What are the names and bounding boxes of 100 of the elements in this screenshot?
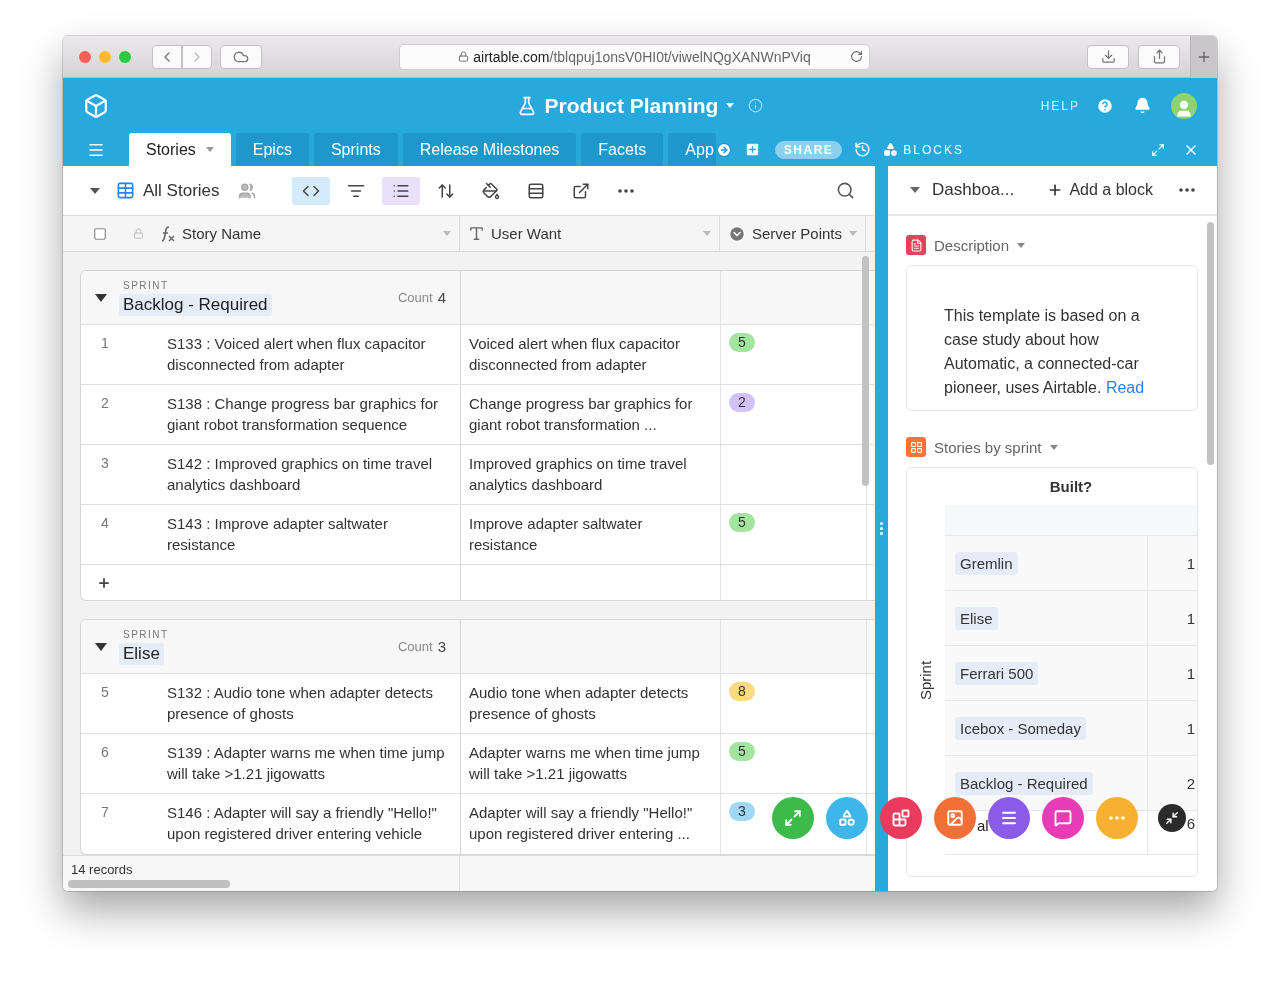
logo-icon[interactable] bbox=[83, 92, 109, 119]
table-cell-text: Change progress bar graphics for giant robot transformation ... bbox=[469, 394, 694, 435]
more-icon[interactable] bbox=[1179, 188, 1195, 192]
pivot-value: 6 bbox=[1186, 815, 1195, 832]
add-table-icon[interactable] bbox=[743, 141, 761, 158]
row-number: 2 bbox=[100, 394, 110, 413]
group-field-label: SPRINT bbox=[123, 279, 170, 291]
collapse-icon bbox=[1165, 811, 1179, 825]
url-text: airtable.com/tblqpuj1onsV0HI0t/viwelNQgXANWnPViq bbox=[473, 48, 811, 65]
sprint-tag: Gremlin bbox=[955, 551, 1018, 575]
record-count: 14 records bbox=[71, 862, 133, 877]
lock-icon bbox=[458, 51, 470, 62]
blocks-button[interactable]: BLOCKS bbox=[883, 142, 965, 157]
points-tag: 5 bbox=[729, 742, 755, 762]
pivot-value: 1 bbox=[1186, 719, 1195, 737]
checkbox[interactable] bbox=[93, 226, 107, 241]
resize-handle[interactable] bbox=[875, 166, 888, 891]
zoom-window-button[interactable] bbox=[119, 50, 131, 63]
table-cell-text: Adapter warns me when time jump will take >1.21 jigowatts bbox=[469, 743, 701, 785]
new-tab-button[interactable] bbox=[1190, 36, 1217, 78]
table-tab[interactable]: Facets bbox=[581, 133, 664, 166]
description-block-icon bbox=[906, 235, 926, 255]
single-select-icon bbox=[728, 224, 746, 243]
help-link[interactable]: HELP bbox=[1040, 98, 1080, 113]
row-number: 4 bbox=[100, 514, 110, 533]
back-button[interactable] bbox=[152, 44, 182, 69]
share-icon bbox=[571, 181, 590, 200]
sprint-tag: Backlog - Required bbox=[119, 293, 272, 316]
caret-icon bbox=[849, 231, 857, 236]
table-cell-text: Improve adapter saltwater resistance bbox=[469, 514, 644, 555]
info-icon[interactable] bbox=[748, 98, 764, 113]
table-cell-text: Voiced alert when flux capacitor disconnected from adapter bbox=[469, 334, 681, 375]
table-tab[interactable]: Epics bbox=[235, 133, 309, 166]
table-tab[interactable]: Stories bbox=[129, 133, 231, 166]
row-number: 7 bbox=[100, 803, 110, 823]
forward-button[interactable] bbox=[182, 44, 212, 69]
table-tab[interactable]: Sprints bbox=[313, 133, 398, 166]
total-label: al bbox=[977, 817, 989, 834]
sprint-tag: Elise bbox=[119, 642, 164, 665]
table-cell-text: Improved graphics on time travel analytics dashboard bbox=[469, 454, 688, 495]
count-label: Count bbox=[397, 639, 433, 655]
close-window-button[interactable] bbox=[79, 50, 91, 63]
table-cell-text: S138 : Change progress bar graphics for giant robot transformation sequence bbox=[167, 394, 439, 435]
caret-icon[interactable] bbox=[95, 642, 107, 651]
lock-icon bbox=[133, 228, 144, 239]
column-header[interactable]: Server Points bbox=[720, 216, 866, 251]
more-icon bbox=[1109, 816, 1125, 820]
description-text: This template is based on a case study about how Automatic, a connected-car pioneer, uses Airtable. Read bbox=[943, 306, 1146, 398]
avatar-icon[interactable] bbox=[1171, 92, 1197, 119]
caret-icon[interactable] bbox=[910, 187, 920, 193]
downloads-button[interactable] bbox=[1087, 44, 1129, 69]
group-button[interactable] bbox=[381, 176, 420, 205]
cloud-button[interactable] bbox=[220, 44, 262, 69]
scroll-tabs-icon[interactable] bbox=[715, 141, 732, 158]
more-icon bbox=[617, 188, 634, 193]
people-icon[interactable] bbox=[237, 181, 256, 200]
chat-icon bbox=[1054, 809, 1072, 827]
table-tab[interactable]: Release Milestones bbox=[402, 133, 577, 166]
help-icon[interactable] bbox=[1096, 96, 1114, 115]
address-bar[interactable]: airtable.com/tblqpuj1onsV0HI0t/viwelNQgXANWnPViq bbox=[399, 43, 870, 70]
table-tab[interactable]: App bbox=[668, 133, 716, 166]
table-cell-text: S133 : Voiced alert when flux capacitor disconnected from adapter bbox=[167, 334, 427, 375]
sprint-tag: Elise bbox=[955, 606, 998, 630]
caret-icon[interactable] bbox=[95, 293, 107, 302]
pivot-value: 1 bbox=[1186, 609, 1195, 627]
sprint-tag: Ferrari 500 bbox=[955, 661, 1039, 685]
code-button[interactable] bbox=[291, 176, 330, 205]
caret-icon bbox=[703, 231, 711, 236]
table-cell-text: S132 : Audio tone when adapter detects presence of ghosts bbox=[167, 683, 435, 725]
caret-icon bbox=[443, 231, 451, 236]
add-block-button[interactable]: Add a block bbox=[1047, 181, 1153, 199]
expand-icon bbox=[784, 809, 802, 827]
history-icon[interactable] bbox=[854, 141, 872, 158]
caret-icon[interactable] bbox=[90, 187, 100, 194]
view-name[interactable]: All Stories bbox=[143, 180, 220, 201]
pivot-row-field: Sprint bbox=[917, 660, 935, 700]
reload-icon[interactable] bbox=[850, 50, 863, 63]
add-row-icon[interactable] bbox=[97, 576, 111, 590]
pivot-column-field: Built? bbox=[1049, 478, 1093, 495]
dashboard-title[interactable]: Dashboa... bbox=[932, 180, 1048, 200]
row-number: 6 bbox=[100, 743, 110, 763]
grid-view-icon bbox=[116, 181, 135, 200]
count-value: 4 bbox=[437, 289, 446, 306]
count-label: Count bbox=[397, 290, 433, 305]
column-header[interactable]: User Want bbox=[460, 216, 720, 251]
bell-icon[interactable] bbox=[1134, 97, 1151, 114]
column-header[interactable]: Story Name bbox=[63, 216, 460, 251]
sprint-tag: Icebox - Someday bbox=[955, 716, 1086, 740]
expand-icon[interactable] bbox=[1151, 142, 1165, 157]
pivot-value: 1 bbox=[1186, 664, 1195, 682]
sort-icon bbox=[436, 181, 455, 200]
points-tag: 8 bbox=[729, 682, 755, 702]
table-cell-text: S142 : Improved graphics on time travel analytics dashboard bbox=[167, 454, 434, 495]
text-field-icon bbox=[468, 225, 485, 242]
table-cell-text: Audio tone when adapter detects presence of ghosts bbox=[469, 683, 690, 725]
pivot-value: 2 bbox=[1186, 774, 1195, 792]
search-icon[interactable] bbox=[836, 181, 855, 200]
read-more-link[interactable]: Read bbox=[1105, 379, 1145, 396]
shapes-icon bbox=[883, 142, 899, 157]
base-title: Product Planning bbox=[544, 93, 719, 118]
